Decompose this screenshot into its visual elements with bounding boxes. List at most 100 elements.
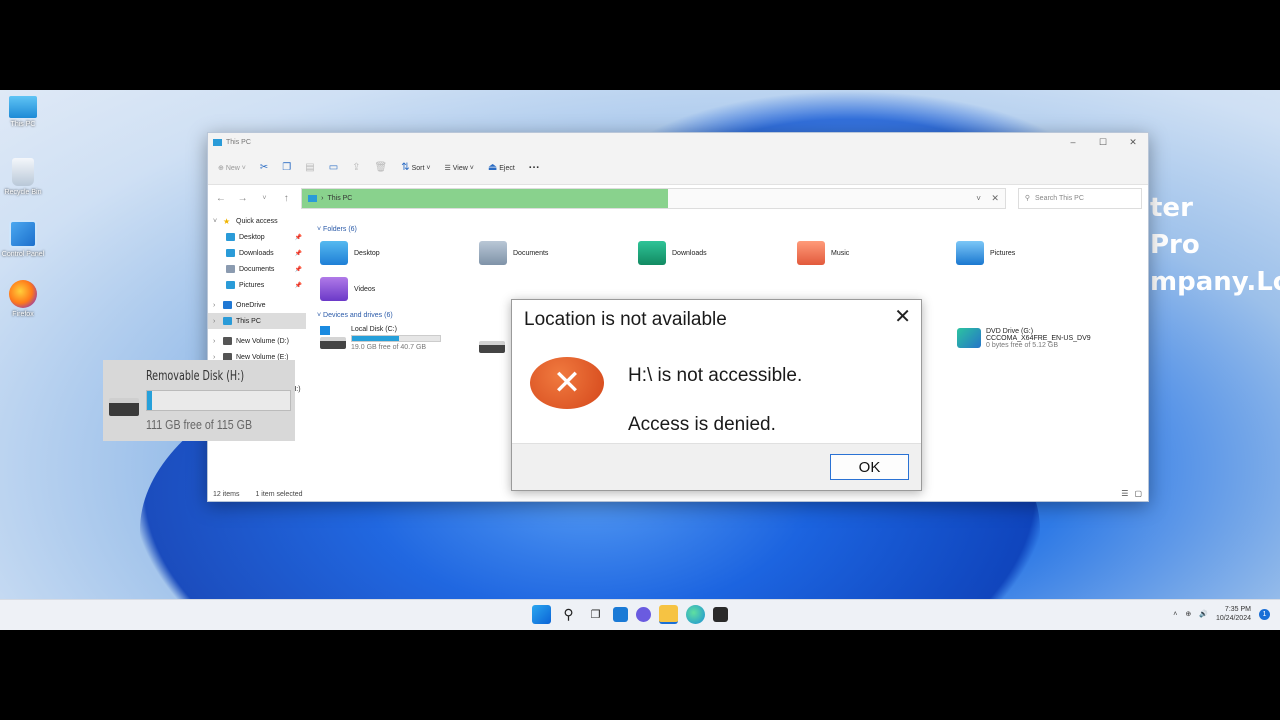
cut-icon[interactable]: ✂ <box>260 162 268 173</box>
nav-item-this-pc[interactable]: › This PC <box>208 313 306 329</box>
chevron-right-icon[interactable]: › <box>213 302 219 309</box>
folders-group-header[interactable]: ˅ Folders (6) <box>317 226 357 233</box>
drive-name: Removable Disk (H:) <box>146 369 245 384</box>
minimize-button[interactable]: – <box>1058 137 1088 148</box>
delete-icon[interactable]: 🗑 <box>375 162 388 173</box>
eject-button[interactable]: ⏏ Eject <box>488 162 515 173</box>
paste-icon[interactable]: ▤ <box>305 162 314 173</box>
new-button[interactable]: ⊕ New ˅ <box>218 164 246 172</box>
dialog-title: Location is not available <box>524 309 727 330</box>
edge-icon[interactable] <box>686 605 705 624</box>
drives-group-header[interactable]: ˅ Devices and drives (6) <box>317 312 393 319</box>
desktop-icon-firefox[interactable]: Firefox <box>0 280 46 318</box>
folder-music[interactable]: Music <box>797 241 849 265</box>
chevron-down-icon[interactable]: ˅ <box>976 194 981 203</box>
breadcrumb[interactable]: This PC <box>327 195 352 202</box>
file-explorer-icon[interactable] <box>659 605 678 624</box>
details-view-icon[interactable]: ☰ <box>1121 489 1128 498</box>
folder-desktop[interactable]: Desktop <box>320 241 380 265</box>
plus-icon: ⊕ <box>218 164 224 172</box>
nav-item-desktop[interactable]: Desktop 📌 <box>208 229 306 245</box>
nav-item-label: New Volume (D:) <box>236 337 289 345</box>
desktop-icon-recycle-bin[interactable]: Recycle Bin <box>0 158 46 196</box>
new-label: New <box>225 164 240 172</box>
eject-label: Eject <box>499 165 515 172</box>
folder-icon <box>223 301 232 309</box>
maximize-button[interactable]: ☐ <box>1088 137 1118 148</box>
drive-usage-fill <box>352 336 399 341</box>
folder-pictures[interactable]: Pictures <box>956 241 1015 265</box>
search-input[interactable]: ⚲ Search This PC <box>1017 187 1143 209</box>
this-pc-icon <box>213 138 222 146</box>
clock[interactable]: 7:35 PM 10/24/2024 <box>1216 605 1251 623</box>
taskbar-apps: ⚲ ❐ <box>532 605 728 624</box>
drive-c[interactable]: Local Disk (C:) 19.0 GB free of 40.7 GB <box>320 326 441 351</box>
videos-folder-icon <box>320 277 348 301</box>
dvd-drive-icon <box>957 328 981 348</box>
drive-g[interactable]: DVD Drive (G:) CCCOMA_X64FRE_EN-US_DV9 0… <box>957 328 1091 349</box>
ok-button[interactable]: OK <box>830 454 909 480</box>
nav-item-downloads[interactable]: Downloads 📌 <box>208 245 306 261</box>
drive-usage-bar <box>146 390 291 411</box>
music-folder-icon <box>797 241 825 265</box>
pin-icon: 📌 <box>294 282 302 289</box>
notification-badge[interactable]: 1 <box>1259 608 1270 620</box>
drive-label: CCCOMA_X64FRE_EN-US_DV9 <box>986 335 1091 342</box>
address-bar[interactable]: › This PC ˅ ✕ <box>301 187 1006 209</box>
sort-label: Sort <box>411 165 425 172</box>
rename-icon[interactable]: ▭ <box>329 162 338 173</box>
folder-label: Documents <box>513 249 549 257</box>
folder-videos[interactable]: Videos <box>320 277 375 301</box>
nav-item-pictures[interactable]: Pictures 📌 <box>208 277 306 293</box>
pictures-folder-icon <box>956 241 984 265</box>
nav-item-onedrive[interactable]: › OneDrive <box>208 297 306 313</box>
forward-arrow-icon[interactable]: → <box>236 193 250 204</box>
up-arrow-icon[interactable]: ↑ <box>279 193 293 204</box>
selection-count: 1 item selected <box>255 491 303 498</box>
desktop-icon-control-panel[interactable]: Control Panel <box>0 220 46 258</box>
drive-name: Local Disk (C:) <box>351 326 397 333</box>
volume-icon[interactable]: 🔊 <box>1199 610 1208 618</box>
eject-icon: ⏏ <box>487 162 498 173</box>
start-icon[interactable] <box>532 605 551 624</box>
search-icon[interactable]: ⚲ <box>559 605 578 624</box>
chat-icon[interactable] <box>636 607 651 622</box>
network-icon[interactable]: ⊕ <box>1185 610 1191 618</box>
close-icon[interactable]: ✕ <box>894 305 911 329</box>
view-label: View <box>452 164 468 172</box>
chevron-down-icon[interactable]: ˅ <box>213 218 219 225</box>
back-arrow-icon[interactable]: ← <box>214 193 228 204</box>
desktop-icon-label: This PC <box>10 121 36 128</box>
star-icon: ★ <box>223 216 231 226</box>
wallpaper-text-line: Pro <box>1150 230 1200 260</box>
recent-dropdown-icon[interactable]: ˅ <box>258 195 272 202</box>
chevron-right-icon[interactable]: › <box>213 338 219 345</box>
stop-icon[interactable]: ✕ <box>991 193 999 204</box>
nav-item-new-volume-d[interactable]: › New Volume (D:) <box>208 333 306 349</box>
store-icon[interactable] <box>713 607 728 622</box>
drive-free-space: 111 GB free of 115 GB <box>146 417 253 432</box>
widgets-icon[interactable] <box>613 607 628 622</box>
folder-label: Downloads <box>672 249 707 257</box>
desktop-icon-this-pc[interactable]: This PC <box>0 96 46 128</box>
tiles-view-icon[interactable]: ▢ <box>1134 489 1142 498</box>
more-options-button[interactable]: ··· <box>529 162 540 174</box>
close-window-button[interactable]: ✕ <box>1118 137 1148 148</box>
group-header-label: Folders (6) <box>323 226 357 233</box>
task-view-icon[interactable]: ❐ <box>586 605 605 624</box>
folder-downloads[interactable]: Downloads <box>638 241 707 265</box>
folder-icon <box>226 233 235 241</box>
nav-item-documents[interactable]: Documents 📌 <box>208 261 306 277</box>
copy-icon[interactable]: ❐ <box>282 162 291 173</box>
share-icon[interactable]: ⇪ <box>352 162 360 173</box>
pin-icon: 📌 <box>294 234 302 241</box>
nav-item-quick-access[interactable]: ˅ ★ Quick access <box>208 213 306 229</box>
clock-time: 7:35 PM <box>1224 606 1251 613</box>
chevron-up-icon[interactable]: ˄ <box>1173 611 1177 618</box>
view-button[interactable]: ☰ View ˅ <box>444 164 473 172</box>
folder-documents[interactable]: Documents <box>479 241 548 265</box>
chevron-right-icon[interactable]: › <box>213 318 219 325</box>
drive-h-tile[interactable]: Removable Disk (H:) 111 GB free of 115 G… <box>103 360 295 441</box>
drive-d[interactable] <box>479 341 505 353</box>
sort-button[interactable]: ⇅ Sort ˅ <box>401 162 430 173</box>
